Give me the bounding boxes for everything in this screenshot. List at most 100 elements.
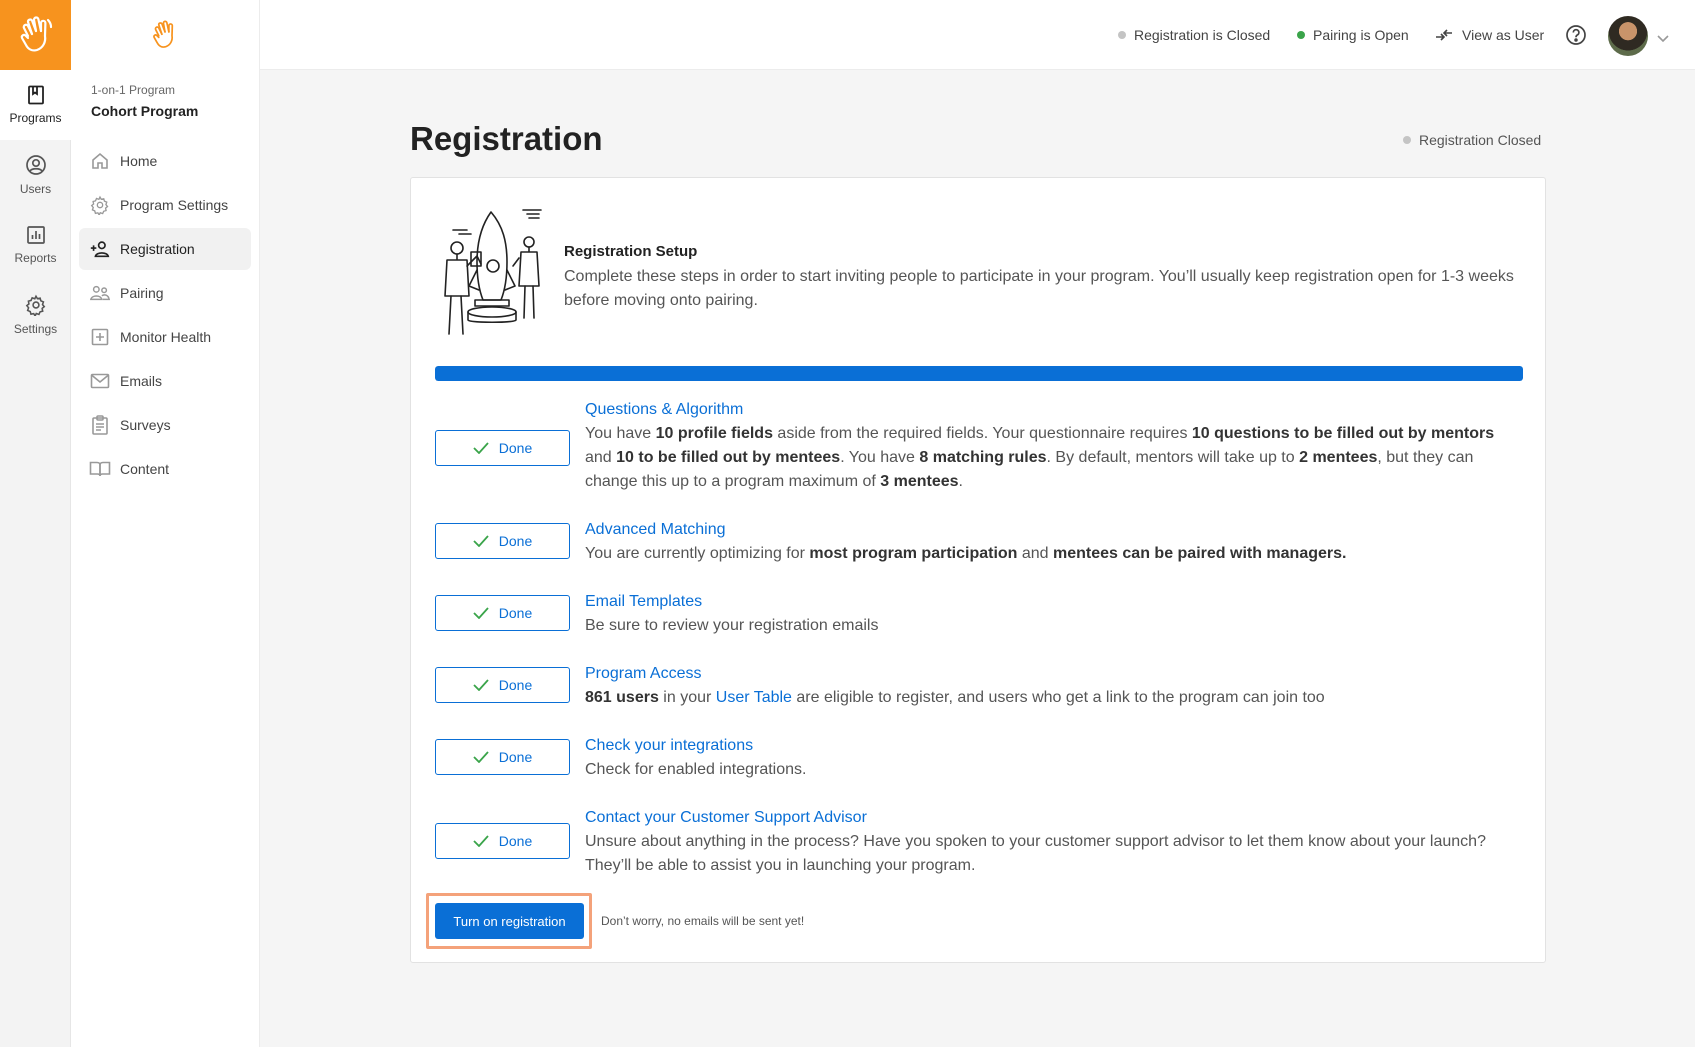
step-title[interactable]: Questions & Algorithm [585,398,1525,422]
bar-chart-icon [26,226,45,244]
done-button[interactable]: Done [435,595,570,631]
rail-item-reports[interactable]: Reports [0,210,71,280]
step-title[interactable]: Check your integrations [585,734,1525,758]
done-label: Done [498,605,533,621]
home-icon [92,152,108,169]
check-icon [473,679,489,691]
waving-hand-icon [153,20,174,48]
sidebar-item-label: Home [120,153,158,169]
top-bar: Registration is Closed Pairing is Open V… [260,0,1695,70]
sidebar-item-registration[interactable]: Registration [79,228,251,270]
step-title[interactable]: Contact your Customer Support Advisor [585,806,1525,830]
switch-arrows-icon [1436,29,1452,41]
done-label: Done [498,749,533,765]
user-table-link[interactable]: User Table [716,689,792,706]
page-title: Registration [410,120,603,157]
rail-item-programs[interactable]: Programs [0,70,71,140]
book-open-icon [89,461,111,477]
sidebar-item-monitor-health[interactable]: Monitor Health [79,316,251,358]
help-icon [1566,25,1586,45]
step-body: Contact your Customer Support Advisor Un… [585,806,1525,878]
view-as-user-button[interactable]: View as User [1435,27,1544,43]
status-dot-open [1297,31,1305,39]
sidebar-item-surveys[interactable]: Surveys [79,404,251,446]
chevron-down-icon [1657,35,1669,43]
pairing-status: Pairing is Open [1297,27,1409,43]
sidebar-item-program-settings[interactable]: Program Settings [79,184,251,226]
check-icon [473,835,489,847]
step-text: 861 users in your User Table are eligibl… [585,689,1325,706]
rail-item-label: Users [19,182,52,196]
waving-hand-icon [20,16,52,52]
setup-progress-bar [435,366,1523,381]
check-icon [473,442,489,454]
status-dot-closed [1118,31,1126,39]
step-text: Unsure about anything in the process? Ha… [585,833,1486,874]
done-button[interactable]: Done [435,739,570,775]
rail-item-settings[interactable]: Settings [0,280,71,350]
gear-icon [25,294,45,316]
rocket-illustration [444,209,542,335]
registration-setup-card: Registration Setup Complete these steps … [410,177,1546,963]
step-body: Questions & Algorithm You have 10 profil… [585,398,1525,494]
done-label: Done [498,833,533,849]
setup-description: Complete these steps in order to start i… [564,268,1514,309]
status-dot-closed [1403,136,1411,144]
step-body: Check your integrations Check for enable… [585,734,1525,782]
sidebar-item-label: Registration [120,241,195,257]
program-logo [71,0,259,70]
add-user-icon [90,241,110,258]
sidebar-item-label: Program Settings [120,197,229,213]
done-button[interactable]: Done [435,523,570,559]
program-sidebar: 1-on-1 Program Cohort Program Home Progr… [71,0,260,1047]
sidebar-item-content[interactable]: Content [79,448,251,490]
program-nav: Home Program Settings Registration Pairi… [79,140,251,492]
clipboard-icon [92,415,108,435]
program-type: 1-on-1 Program [91,83,176,97]
account-menu-toggle[interactable] [1657,30,1669,48]
done-button[interactable]: Done [435,823,570,859]
sidebar-item-label: Content [120,461,170,477]
sidebar-item-label: Monitor Health [120,329,212,345]
step-title[interactable]: Email Templates [585,590,1525,614]
program-name[interactable]: Cohort Program [91,103,198,119]
sidebar-item-label: Emails [120,373,163,389]
step-body: Advanced Matching You are currently opti… [585,518,1525,566]
user-circle-icon [25,155,46,175]
user-avatar[interactable] [1608,16,1648,56]
pairing-status-text: Pairing is Open [1313,27,1409,43]
step-body: Email Templates Be sure to review your r… [585,590,1525,638]
step-text: Be sure to review your registration emai… [585,617,879,634]
app-logo[interactable] [0,0,71,70]
sidebar-item-pairing[interactable]: Pairing [79,272,251,314]
plus-box-icon [91,328,109,346]
registration-status: Registration is Closed [1118,27,1270,43]
rail-item-label: Reports [14,251,57,265]
help-button[interactable] [1565,24,1587,51]
step-body: Program Access 861 users in your User Ta… [585,662,1525,710]
step-text: You have 10 profile fields aside from th… [585,425,1495,490]
done-label: Done [498,440,533,456]
sidebar-item-label: Pairing [120,285,164,301]
setup-title: Registration Setup [564,243,698,260]
rail-item-users[interactable]: Users [0,140,71,210]
gear-icon [90,195,109,215]
done-label: Done [498,533,533,549]
done-button[interactable]: Done [435,430,570,466]
rail-item-label: Settings [13,322,58,336]
check-icon [473,607,489,619]
done-button[interactable]: Done [435,667,570,703]
registration-status-text: Registration is Closed [1134,27,1271,43]
turn-on-registration-button[interactable]: Turn on registration [435,903,584,939]
sidebar-item-emails[interactable]: Emails [79,360,251,402]
setup-progress-fill [435,366,1523,381]
users-icon [89,285,111,301]
step-title[interactable]: Advanced Matching [585,518,1525,542]
view-as-user-label: View as User [1462,27,1545,43]
done-label: Done [498,677,533,693]
rail-item-label: Programs [9,111,62,125]
book-icon [27,85,44,105]
cta-note: Don’t worry, no emails will be sent yet! [601,914,805,928]
step-title[interactable]: Program Access [585,662,1525,686]
sidebar-item-home[interactable]: Home [79,140,251,182]
